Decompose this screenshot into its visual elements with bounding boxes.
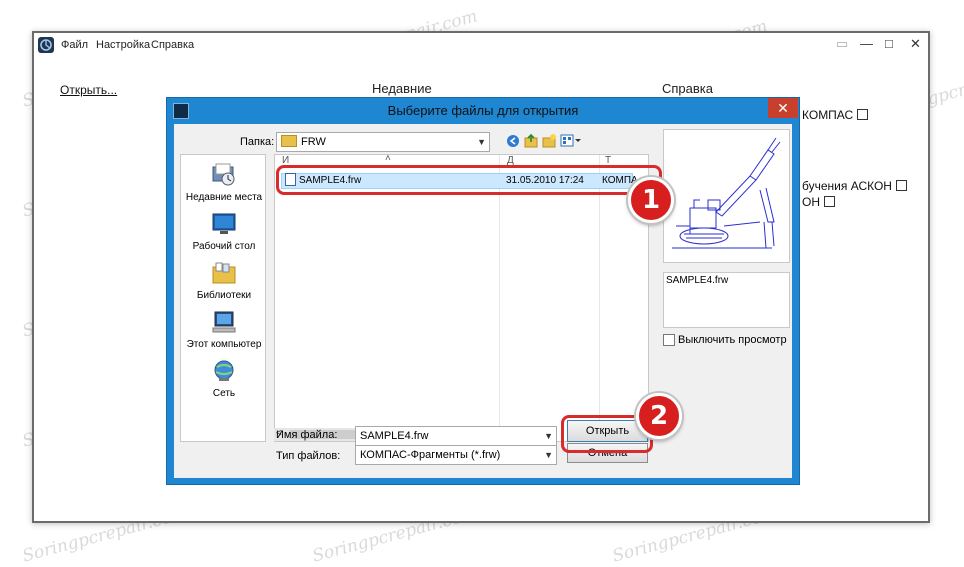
place-libraries[interactable]: Библиотеки	[181, 261, 267, 301]
recent-places-icon	[212, 163, 235, 186]
folder-combo[interactable]: FRW ▼	[276, 132, 490, 152]
place-computer[interactable]: Этот компьютер	[181, 310, 267, 350]
disable-preview-label: Выключить просмотр	[678, 334, 787, 346]
disable-preview-checkbox[interactable]: Выключить просмотр	[663, 334, 787, 347]
file-list: И ˄ Д Т SAMPLE4.frw 31.05.2010 17:24 КОМ…	[274, 154, 649, 442]
place-label: Этот компьютер	[186, 339, 262, 350]
minimize-button[interactable]: —	[860, 36, 873, 51]
filename-input[interactable]: SAMPLE4.frw ▼	[355, 426, 557, 446]
computer-icon	[212, 311, 236, 333]
new-folder-icon[interactable]	[542, 133, 556, 148]
filetype-label: Тип файлов:	[276, 450, 341, 462]
place-network[interactable]: Сеть	[181, 359, 267, 399]
help-link-label: КОМПАС	[802, 108, 854, 122]
restore-icon[interactable]: ▭	[836, 36, 848, 52]
help-link-label: ОН	[802, 195, 820, 209]
network-icon	[214, 360, 234, 381]
filetype-value: КОМПАС-Фрагменты (*.frw)	[360, 449, 501, 461]
up-folder-icon[interactable]	[524, 133, 538, 148]
menu-bar: Файл Настройка Справка ▭ — □ ✕	[34, 33, 928, 59]
open-file-dialog: Выберите файлы для открытия ✕ Папка: FRW…	[166, 97, 800, 485]
excavator-preview-image	[672, 137, 781, 249]
close-button[interactable]: ✕	[910, 36, 921, 52]
maximize-button[interactable]: □	[885, 36, 893, 51]
menu-file[interactable]: Файл	[61, 39, 88, 51]
place-label: Библиотеки	[196, 290, 252, 301]
external-link-icon	[857, 109, 869, 120]
back-icon[interactable]	[506, 134, 520, 148]
places-bar: Недавние места Рабочий стол Библиотеки Э…	[180, 154, 266, 442]
help-link-training[interactable]: бучения АСКОН	[802, 179, 907, 193]
place-label: Недавние места	[185, 192, 263, 203]
callout-badge-2: 2	[636, 393, 682, 439]
help-link-kompas[interactable]: КОМПАС	[802, 108, 869, 122]
external-link-icon	[824, 196, 835, 207]
place-recent[interactable]: Недавние места	[181, 163, 267, 203]
filename-value: SAMPLE4.frw	[360, 430, 429, 442]
app-logo-icon[interactable]	[38, 37, 54, 53]
column-divider	[599, 155, 600, 441]
preview-filename: SAMPLE4.frw	[663, 272, 790, 328]
column-divider	[499, 155, 500, 441]
chevron-down-icon: ▼	[544, 450, 553, 460]
external-link-icon	[895, 180, 907, 191]
libraries-icon	[212, 262, 236, 284]
place-label: Сеть	[212, 388, 236, 399]
folder-icon	[281, 135, 297, 148]
menu-help[interactable]: Справка	[151, 39, 194, 51]
dialog-close-button[interactable]: ✕	[768, 98, 798, 118]
callout-badge-1: 1	[628, 177, 674, 223]
folder-value: FRW	[301, 136, 326, 148]
filename-label: Имя файла:	[276, 429, 338, 441]
chevron-down-icon: ▼	[544, 431, 553, 441]
open-link[interactable]: Открыть...	[60, 83, 117, 97]
chevron-down-icon: ▼	[477, 137, 486, 147]
filetype-select[interactable]: КОМПАС-Фрагменты (*.frw) ▼	[355, 445, 557, 465]
recent-title: Недавние	[372, 81, 432, 96]
help-title: Справка	[662, 81, 713, 96]
sort-arrow-icon: ˄	[385, 154, 391, 164]
place-label: Рабочий стол	[192, 241, 256, 252]
help-link-label: бучения АСКОН	[802, 179, 892, 193]
dialog-title: Выберите файлы для открытия	[387, 103, 579, 118]
view-menu-icon[interactable]	[560, 133, 582, 148]
checkbox-box[interactable]	[663, 334, 675, 347]
callout-highlight-file	[276, 165, 662, 195]
menu-settings[interactable]: Настройка	[96, 39, 150, 51]
folder-label: Папка:	[240, 136, 275, 148]
preview-pane	[663, 129, 790, 263]
place-desktop[interactable]: Рабочий стол	[181, 212, 267, 252]
desktop-icon	[212, 213, 236, 234]
help-link-ascon[interactable]: ОН	[802, 195, 835, 209]
